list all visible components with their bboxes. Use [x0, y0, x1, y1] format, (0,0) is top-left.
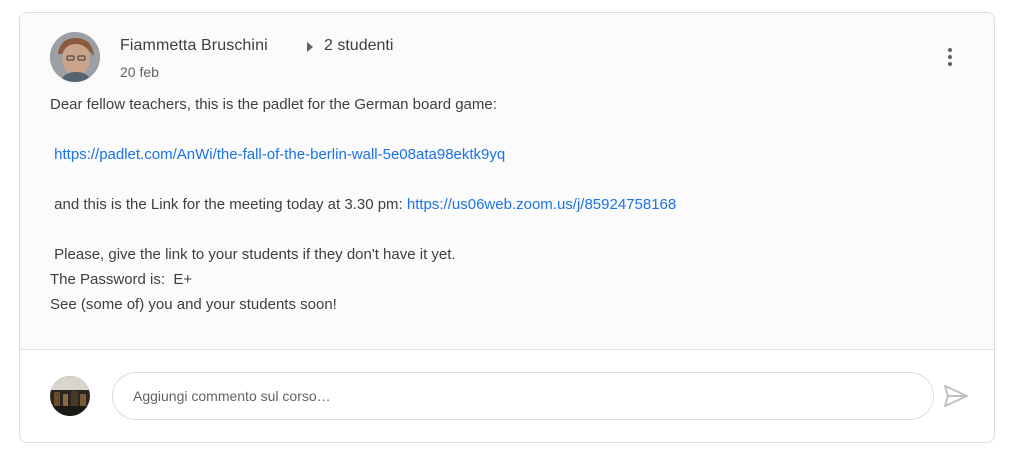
post-line-meeting: and this is the Link for the meeting tod…	[50, 195, 676, 215]
author-avatar[interactable]	[50, 32, 100, 82]
padlet-link[interactable]: https://padlet.com/AnWi/the-fall-of-the-…	[54, 146, 505, 163]
caret-right-icon	[307, 42, 313, 52]
post-content-area: Fiammetta Bruschini 2 studenti 20 feb De…	[20, 13, 994, 350]
post-text-password: The Password is: E+	[50, 271, 193, 288]
stream-post-card: Fiammetta Bruschini 2 studenti 20 feb De…	[19, 12, 995, 443]
more-options-icon[interactable]	[938, 43, 962, 71]
post-text-please: Please, give the link to your students i…	[50, 246, 456, 263]
zoom-link[interactable]: https://us06web.zoom.us/j/85924758168	[407, 196, 676, 213]
meeting-text: and this is the Link for the meeting tod…	[50, 196, 407, 213]
send-icon[interactable]	[942, 383, 970, 409]
author-name[interactable]: Fiammetta Bruschini	[120, 37, 268, 55]
audience-label[interactable]: 2 studenti	[324, 37, 393, 55]
post-text-intro: Dear fellow teachers, this is the padlet…	[50, 96, 497, 113]
post-text-see-you: See (some of) you and your students soon…	[50, 296, 337, 313]
post-date: 20 feb	[120, 64, 159, 80]
comment-input[interactable]	[112, 372, 934, 420]
current-user-avatar	[50, 376, 90, 416]
post-line-padlet: https://padlet.com/AnWi/the-fall-of-the-…	[50, 145, 505, 165]
